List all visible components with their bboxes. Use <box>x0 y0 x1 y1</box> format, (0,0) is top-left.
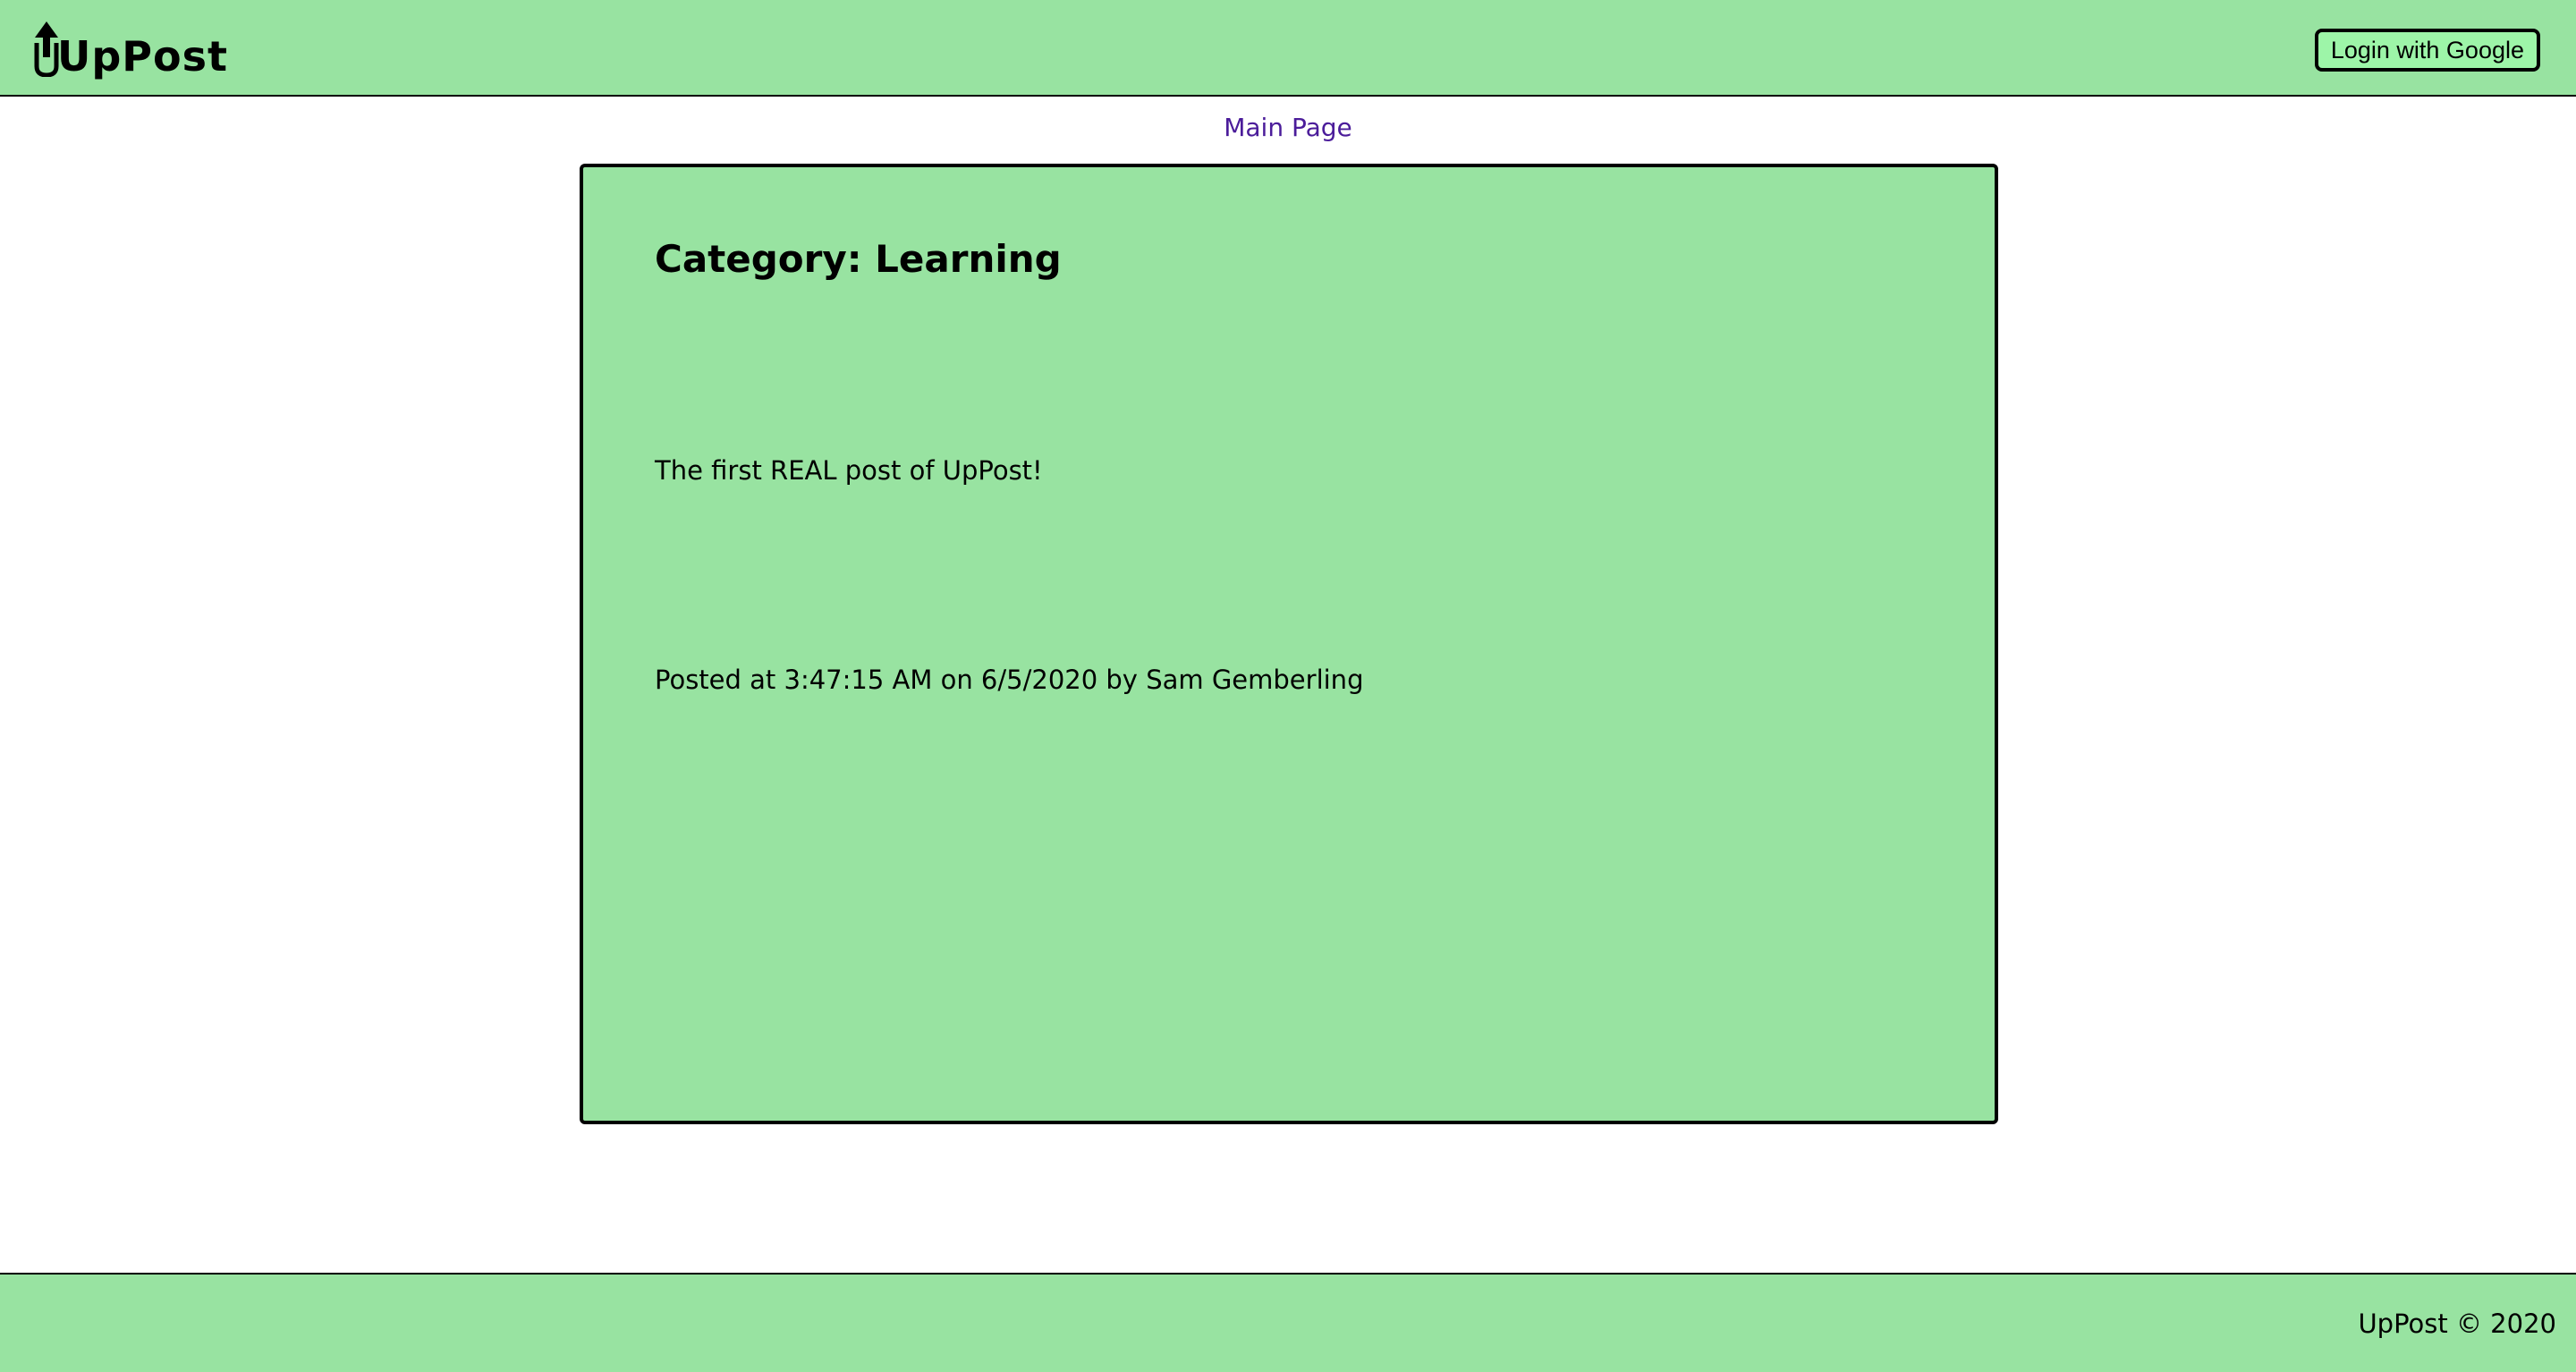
main-page-link[interactable]: Main Page <box>0 113 2576 142</box>
post-body: The first REAL post of UpPost! <box>655 455 1043 486</box>
site-header: UpPost Login with Google <box>0 0 2576 97</box>
upload-arrow-icon <box>34 21 59 78</box>
category-title: Category: Learning <box>655 237 1062 281</box>
post-card: Category: Learning The first REAL post o… <box>580 164 1998 1124</box>
logo-text: UpPost <box>57 32 228 80</box>
login-with-google-button[interactable]: Login with Google <box>2314 29 2540 72</box>
footer-copyright: UpPost © 2020 <box>2358 1308 2556 1339</box>
post-meta: Posted at 3:47:15 AM on 6/5/2020 by Sam … <box>655 665 1364 695</box>
site-footer: UpPost © 2020 <box>0 1273 2576 1372</box>
site-logo[interactable]: UpPost <box>34 14 228 80</box>
